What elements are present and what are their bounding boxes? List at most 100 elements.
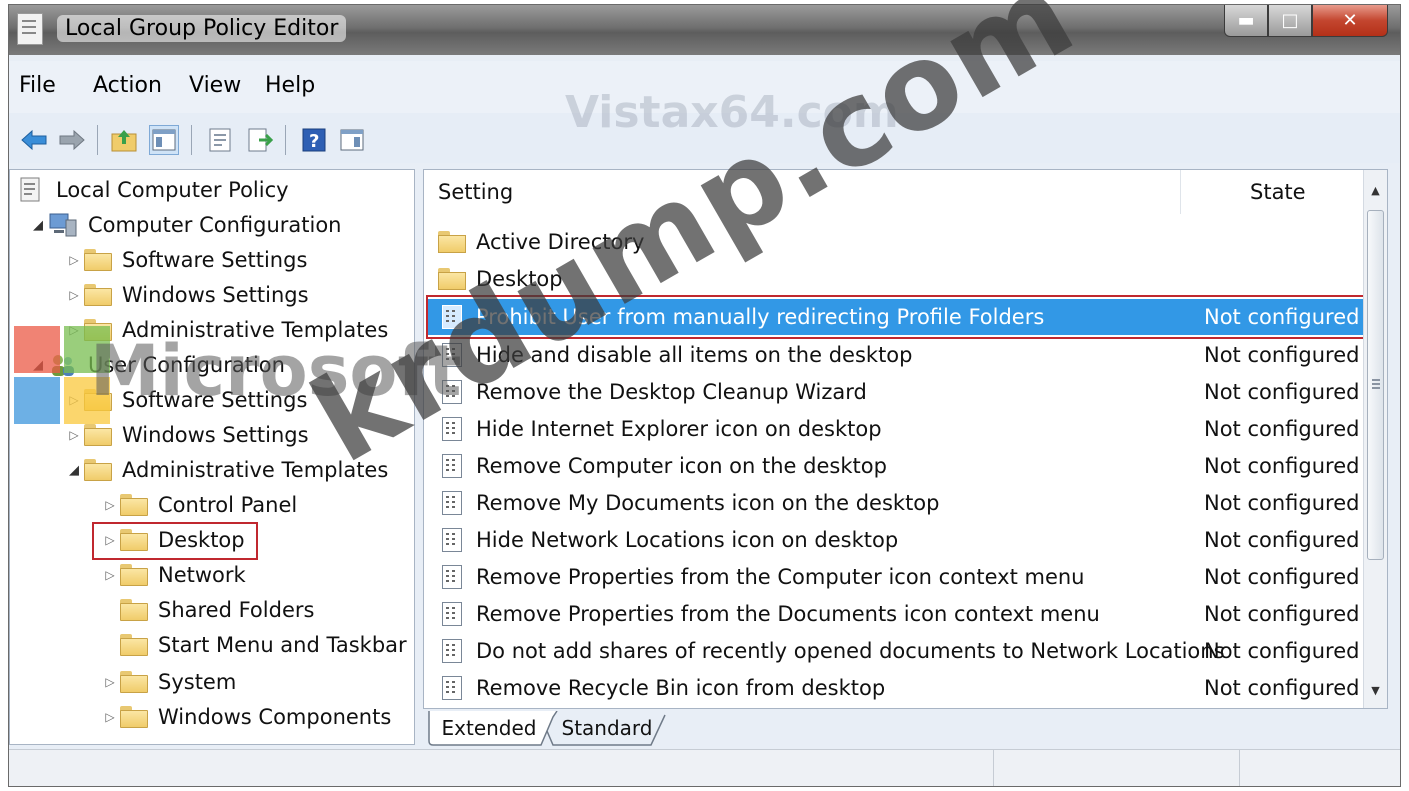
- tree-item-label: Local Computer Policy: [56, 178, 289, 202]
- back-button[interactable]: [19, 125, 49, 155]
- window-title: Local Group Policy Editor: [57, 15, 347, 42]
- folder-icon: [84, 249, 112, 271]
- setting-name: Remove Recycle Bin icon from desktop: [476, 676, 886, 700]
- column-divider[interactable]: [1180, 170, 1181, 214]
- tree-item-shared-folders[interactable]: Shared Folders: [100, 594, 314, 626]
- show-action-pane-button[interactable]: [337, 125, 367, 155]
- list-item[interactable]: Remove the Desktop Cleanup Wizard Not co…: [428, 374, 1366, 410]
- back-arrow-icon: [21, 129, 47, 151]
- tree-item-label: System: [158, 670, 237, 694]
- help-button[interactable]: ?: [299, 125, 329, 155]
- expanded-arrow-icon[interactable]: ◢: [28, 218, 48, 233]
- setting-name: Remove Properties from the Documents ico…: [476, 602, 1100, 626]
- vertical-scrollbar[interactable]: ▲ ▼: [1363, 170, 1387, 708]
- setting-state: Not configured: [1204, 676, 1360, 700]
- list-item[interactable]: Remove My Documents icon on the desktop …: [428, 485, 1366, 521]
- properties-button[interactable]: [205, 125, 235, 155]
- setting-state: Not configured: [1204, 343, 1360, 367]
- scroll-up-arrow-icon[interactable]: ▲: [1364, 178, 1387, 202]
- menu-help[interactable]: Help: [265, 73, 315, 98]
- tree-item-computer-configuration[interactable]: ◢ Computer Configuration: [28, 209, 342, 241]
- close-button[interactable]: ✕: [1312, 5, 1388, 37]
- tree-item-label: Windows Settings: [122, 283, 309, 307]
- gpedit-app-icon: [17, 13, 43, 45]
- folder-icon: [120, 494, 148, 516]
- tree-item-network[interactable]: ▷ Network: [100, 559, 245, 591]
- tree-item-label: Start Menu and Taskbar: [158, 633, 407, 657]
- collapsed-arrow-icon[interactable]: ▷: [100, 710, 120, 724]
- setting-name: Hide Network Locations icon on desktop: [476, 528, 899, 552]
- tree-item-windows-components[interactable]: ▷ Windows Components: [100, 701, 391, 733]
- collapsed-arrow-icon[interactable]: ▷: [64, 288, 84, 302]
- collapsed-arrow-icon[interactable]: ▷: [100, 568, 120, 582]
- scroll-down-arrow-icon[interactable]: ▼: [1364, 678, 1387, 702]
- folder-icon: [120, 634, 148, 656]
- minimize-button[interactable]: ▬: [1224, 5, 1268, 37]
- desktop-highlight-box: [92, 522, 258, 560]
- status-divider: [1239, 750, 1240, 786]
- tree-item-computer-windows-settings[interactable]: ▷ Windows Settings: [64, 279, 309, 311]
- policy-setting-icon: [442, 491, 462, 515]
- tree-item-label: Windows Components: [158, 705, 392, 729]
- export-list-icon: [248, 128, 273, 152]
- menu-file[interactable]: File: [19, 73, 56, 98]
- title-bar[interactable]: Local Group Policy Editor ▬ □ ✕: [9, 5, 1400, 55]
- list-item[interactable]: Remove Computer icon on the desktop Not …: [428, 448, 1366, 484]
- collapsed-arrow-icon[interactable]: ▷: [100, 498, 120, 512]
- tree-item-label: Windows Settings: [122, 423, 309, 447]
- list-item[interactable]: Hide Internet Explorer icon on desktop N…: [428, 411, 1366, 447]
- scrollbar-thumb[interactable]: [1367, 210, 1384, 560]
- collapsed-arrow-icon[interactable]: ▷: [100, 675, 120, 689]
- setting-name: Remove Computer icon on the desktop: [476, 454, 887, 478]
- export-list-button[interactable]: [245, 125, 275, 155]
- menu-action[interactable]: Action: [93, 73, 162, 98]
- folder-icon: [120, 599, 148, 621]
- minimize-icon: ▬: [1237, 10, 1255, 31]
- svg-text:?: ?: [309, 131, 319, 152]
- tab-standard[interactable]: Standard: [557, 711, 657, 745]
- status-bar: [9, 749, 1400, 786]
- expanded-arrow-icon[interactable]: ◢: [64, 463, 84, 478]
- policy-setting-icon: [442, 454, 462, 478]
- tree-item-computer-software-settings[interactable]: ▷ Software Settings: [64, 244, 307, 276]
- list-item[interactable]: Remove Recycle Bin icon from desktop Not…: [428, 670, 1366, 706]
- menu-view[interactable]: View: [189, 73, 241, 98]
- forward-arrow-icon: [59, 129, 85, 151]
- setting-name: Remove Properties from the Computer icon…: [476, 565, 1085, 589]
- folder-icon: [84, 284, 112, 306]
- tree-item-label: Software Settings: [122, 248, 308, 272]
- tree-item-start-menu-and-taskbar[interactable]: Start Menu and Taskbar: [100, 629, 407, 661]
- setting-state: Not configured: [1204, 454, 1360, 478]
- setting-state: Not configured: [1204, 417, 1360, 441]
- up-one-level-button[interactable]: [109, 125, 139, 155]
- window-controls: ▬ □ ✕: [1224, 5, 1388, 39]
- collapsed-arrow-icon[interactable]: ▷: [64, 253, 84, 267]
- folder-icon: [120, 706, 148, 728]
- tree-item-label: Shared Folders: [158, 598, 315, 622]
- tab-extended[interactable]: Extended: [433, 711, 545, 745]
- tree-item-system[interactable]: ▷ System: [100, 666, 236, 698]
- list-item[interactable]: Remove Properties from the Computer icon…: [428, 559, 1366, 595]
- collapsed-arrow-icon[interactable]: ▷: [64, 428, 84, 442]
- setting-name: Hide Internet Explorer icon on desktop: [476, 417, 882, 441]
- tree-item-local-computer-policy[interactable]: Local Computer Policy: [20, 174, 289, 206]
- toolbar-separator: [191, 125, 192, 155]
- list-item[interactable]: Hide Network Locations icon on desktop N…: [428, 522, 1366, 558]
- setting-state: Not configured: [1204, 380, 1360, 404]
- setting-state: Not configured: [1204, 565, 1360, 589]
- forward-button[interactable]: [57, 125, 87, 155]
- grip-icon: [1372, 379, 1380, 381]
- policy-document-icon: [20, 177, 40, 202]
- setting-state: Not configured: [1204, 491, 1360, 515]
- list-item[interactable]: Do not add shares of recently opened doc…: [428, 633, 1366, 669]
- column-header-state[interactable]: State: [1250, 170, 1360, 214]
- show-hide-console-tree-button[interactable]: [149, 125, 179, 155]
- tree-item-control-panel[interactable]: ▷ Control Panel: [100, 489, 297, 521]
- show-hide-tree-icon: [152, 129, 176, 151]
- folder-icon: [84, 459, 112, 481]
- policy-setting-icon: [442, 639, 462, 663]
- list-item[interactable]: Remove Properties from the Documents ico…: [428, 596, 1366, 632]
- tree-item-user-administrative-templates[interactable]: ◢ Administrative Templates: [64, 454, 388, 486]
- maximize-button[interactable]: □: [1268, 5, 1312, 37]
- policy-setting-icon: [442, 528, 462, 552]
